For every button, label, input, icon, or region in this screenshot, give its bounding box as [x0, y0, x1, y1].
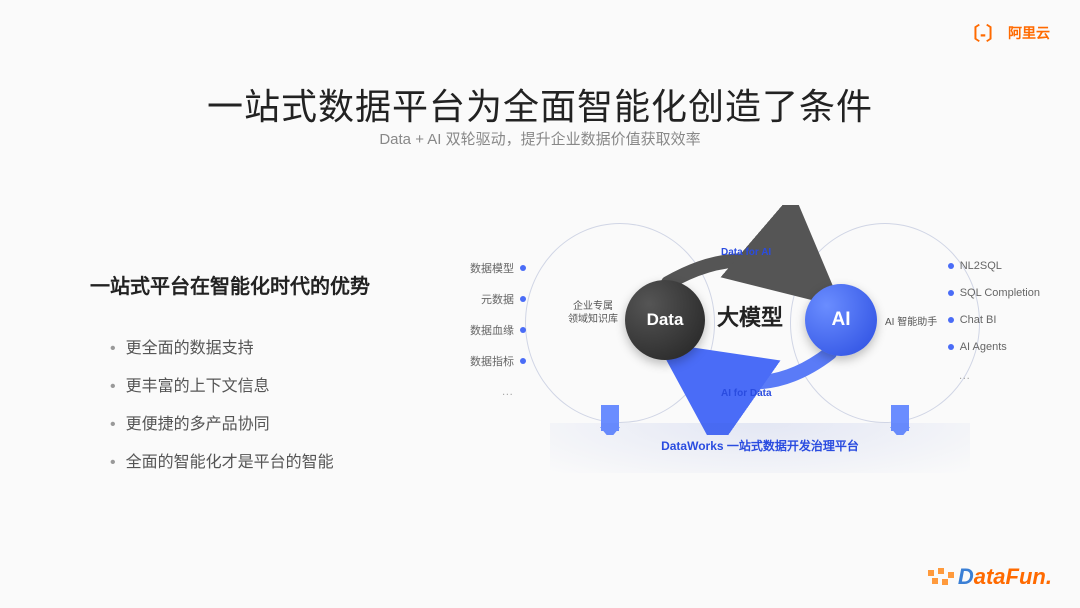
list-item: 更便捷的多产品协同	[110, 410, 334, 434]
page-title: 一站式数据平台为全面智能化创造了条件	[0, 78, 1080, 130]
label: 元数据	[481, 291, 514, 307]
list-item: 全面的智能化才是平台的智能	[110, 448, 334, 472]
list-item: 更丰富的上下文信息	[110, 372, 334, 396]
advantages-list: 更全面的数据支持 更丰富的上下文信息 更便捷的多产品协同 全面的智能化才是平台的…	[110, 320, 334, 486]
ai-node: AI	[805, 284, 877, 356]
flow-bottom-label: AI for Data	[721, 388, 772, 399]
ellipsis: …	[470, 384, 526, 398]
label: AI Agents	[960, 341, 1007, 353]
diagram-footer: DataWorks 一站式数据开发治理平台	[550, 437, 970, 454]
data-node: Data	[625, 280, 705, 360]
datafun-logo: DataFun.	[928, 564, 1052, 590]
flow-top-label: Data for AI	[721, 247, 771, 258]
section-heading: 一站式平台在智能化时代的优势	[90, 270, 370, 299]
logo-bracket-icon: 〔-〕	[962, 20, 1004, 46]
right-labels: NL2SQL SQL Completion Chat BI AI Agents …	[948, 245, 1040, 397]
label: Chat BI	[960, 314, 997, 326]
list-item: 更全面的数据支持	[110, 334, 334, 358]
dot-icon	[520, 358, 526, 364]
dot-icon	[948, 317, 954, 323]
center-label: 大模型	[717, 300, 783, 332]
dot-icon	[948, 290, 954, 296]
dot-icon	[948, 263, 954, 269]
left-labels: 数据模型 元数据 数据血缘 数据指标 …	[470, 245, 526, 413]
dot-icon	[520, 327, 526, 333]
dot-icon	[520, 265, 526, 271]
datafun-squares-icon	[928, 568, 956, 586]
page-subtitle: Data + AI 双轮驱动，提升企业数据价值获取效率	[0, 128, 1080, 149]
brand-name: 阿里云	[1008, 23, 1050, 43]
ellipsis: …	[948, 368, 1040, 382]
label: NL2SQL	[960, 260, 1002, 272]
dot-icon	[948, 344, 954, 350]
label: SQL Completion	[960, 287, 1040, 299]
diagram: 数据模型 元数据 数据血缘 数据指标 … NL2SQL SQL Completi…	[470, 205, 1040, 485]
right-sub-label: AI 智能助手	[885, 313, 937, 328]
label: 数据指标	[470, 353, 514, 369]
dot-icon	[520, 296, 526, 302]
brand-logo-top: 〔-〕 阿里云	[962, 20, 1050, 46]
label: 数据血缘	[470, 322, 514, 338]
label: 数据模型	[470, 260, 514, 276]
left-sub-label: 企业专属 领域知识库	[568, 300, 618, 326]
